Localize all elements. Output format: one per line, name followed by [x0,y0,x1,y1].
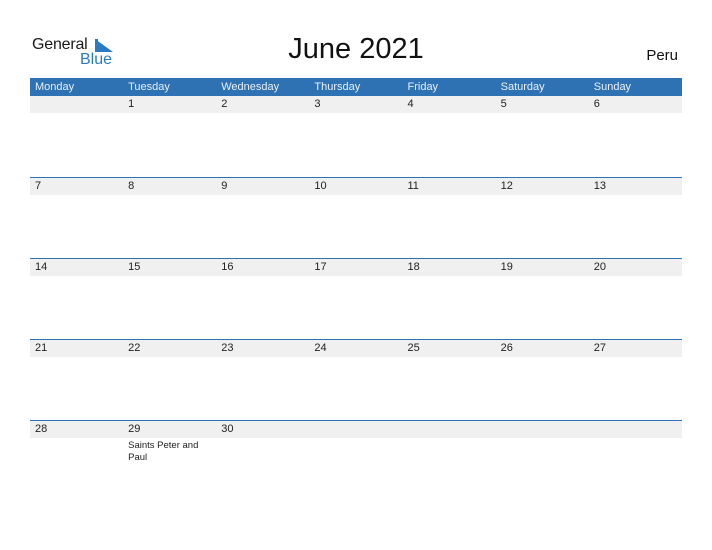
events-row [30,195,682,197]
day-number [309,421,402,438]
weekday-saturday: Saturday [500,81,545,93]
day-event [309,276,402,278]
week-row: 7 8 9 10 11 12 13 [30,177,682,258]
day-event [30,113,123,115]
day-number: 27 [593,342,606,354]
country-label: Peru [646,47,678,64]
day-number: 14 [35,261,48,273]
events-row [30,276,682,278]
events-row [30,357,682,359]
day-number: 23 [221,342,234,354]
day-number-row: 14 15 16 17 18 19 20 [30,259,682,276]
day-event [216,113,309,115]
day-number: 5 [500,98,507,110]
day-event [589,113,682,115]
day-event [216,276,309,278]
day-number: 9 [221,180,228,192]
day-number: 7 [35,180,42,192]
day-number: 2 [221,98,228,110]
day-event [123,357,216,359]
day-number: 20 [593,261,606,273]
day-number: 21 [35,342,48,354]
day-event [589,438,682,464]
day-number-row: 21 22 23 24 25 26 27 [30,340,682,357]
day-event [496,438,589,464]
day-number: 29 [128,423,141,435]
day-number-row: 28 29 30 [30,421,682,438]
day-event [309,438,402,464]
day-event [403,113,496,115]
day-number: 4 [407,98,414,110]
day-event: Saints Peter and Paul [128,440,199,463]
day-number: 13 [593,180,606,192]
day-number: 8 [128,180,135,192]
day-number [589,421,682,438]
day-event [403,195,496,197]
weekday-sunday: Sunday [593,81,632,93]
week-row: 28 29 30 Saints Peter and Paul [30,420,682,501]
day-event [496,113,589,115]
day-event [123,195,216,197]
day-number: 28 [35,423,48,435]
day-event [496,357,589,359]
day-event [403,438,496,464]
day-number: 30 [221,423,234,435]
day-number: 11 [407,180,419,192]
day-number: 17 [314,261,327,273]
day-number: 16 [221,261,234,273]
weekday-wednesday: Wednesday [221,81,280,93]
day-number: 15 [128,261,141,273]
day-event [30,438,123,464]
day-number: 18 [407,261,420,273]
day-event [496,195,589,197]
weekday-thursday: Thursday [314,81,361,93]
day-event [123,113,216,115]
weekday-tuesday: Tuesday [128,81,170,93]
day-event [403,276,496,278]
day-number [496,421,589,438]
weekday-friday: Friday [407,81,439,93]
day-number: 22 [128,342,141,354]
day-number: 10 [314,180,327,192]
day-event [30,195,123,197]
calendar-grid: Monday Tuesday Wednesday Thursday Friday… [30,78,682,501]
day-event [309,195,402,197]
day-number: 24 [314,342,327,354]
day-number-row: 1 2 3 4 5 6 [30,96,682,113]
day-event [309,113,402,115]
day-number: 6 [593,98,600,110]
day-number [403,421,496,438]
day-number-row: 7 8 9 10 11 12 13 [30,178,682,195]
week-row: 14 15 16 17 18 19 20 [30,258,682,339]
day-number [30,96,123,113]
day-number: 19 [500,261,513,273]
day-event [216,195,309,197]
day-event [123,276,216,278]
day-number: 12 [500,180,513,192]
day-event [589,195,682,197]
week-row: 21 22 23 24 25 26 27 [30,339,682,420]
day-event [216,438,309,464]
day-event [309,357,402,359]
weekday-header: Monday Tuesday Wednesday Thursday Friday… [30,78,682,96]
events-row: Saints Peter and Paul [30,438,682,464]
calendar-title: June 2021 [288,33,424,65]
day-event [30,357,123,359]
day-event [589,276,682,278]
day-number: 25 [407,342,420,354]
day-event [30,276,123,278]
weekday-monday: Monday [35,81,75,93]
week-row: 1 2 3 4 5 6 [30,96,682,177]
day-event [403,357,496,359]
day-event [496,276,589,278]
day-number: 3 [314,98,321,110]
day-event [216,357,309,359]
events-row [30,113,682,115]
day-number: 1 [128,98,135,110]
day-event [589,357,682,359]
day-number: 26 [500,342,513,354]
